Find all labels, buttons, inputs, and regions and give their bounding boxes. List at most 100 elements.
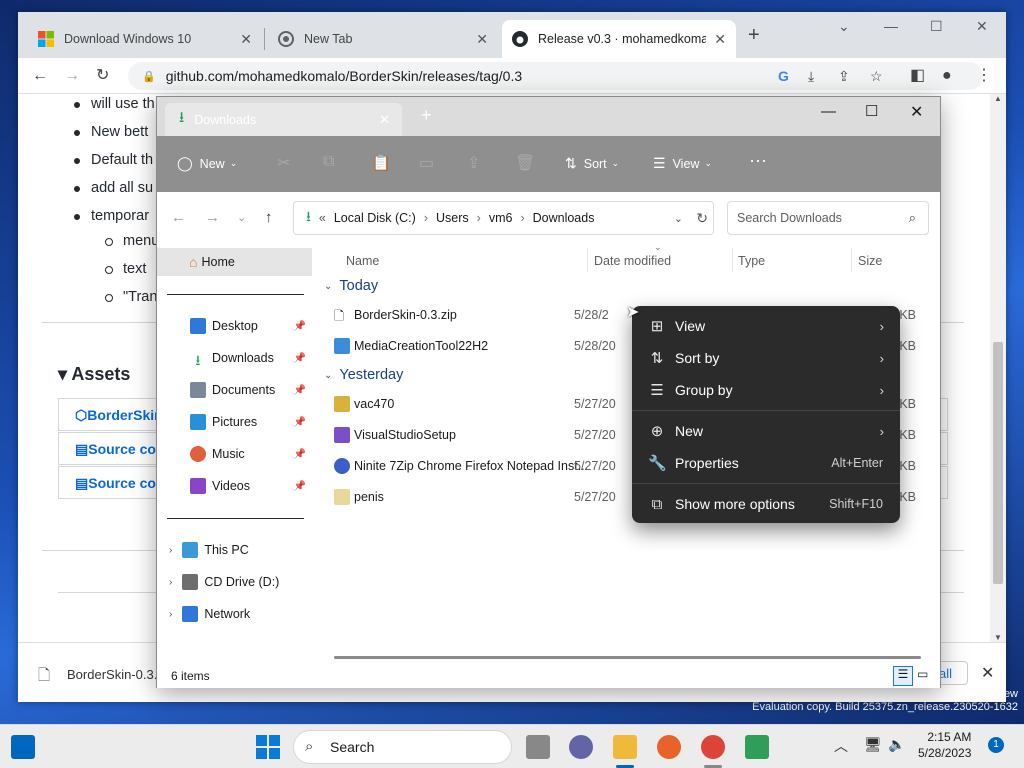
- start-button[interactable]: [256, 735, 280, 759]
- column-header-type[interactable]: Type: [738, 254, 765, 268]
- column-header-size[interactable]: Size: [858, 254, 882, 268]
- collapse-chevron-icon[interactable]: ⌄: [324, 281, 332, 292]
- chat-icon[interactable]: [569, 735, 593, 759]
- side-panel-icon[interactable]: ◧: [910, 67, 925, 85]
- close-window-button[interactable]: ✕: [976, 18, 988, 35]
- close-tab-icon[interactable]: ✕: [240, 31, 252, 48]
- widgets-icon[interactable]: [11, 735, 35, 759]
- menu-kebab-icon[interactable]: ⋮: [976, 67, 992, 85]
- up-arrow-icon[interactable]: ↑: [265, 209, 273, 226]
- task-view-icon[interactable]: [526, 735, 550, 759]
- search-downloads-input[interactable]: Search Downloads ⌕: [727, 201, 929, 235]
- nav-music[interactable]: Music 📌: [157, 440, 314, 468]
- breadcrumb-downloads[interactable]: Downloads: [533, 211, 595, 225]
- chrome-taskbar-icon[interactable]: [701, 735, 725, 759]
- asset-link[interactable]: Source co: [88, 441, 156, 457]
- forward-arrow-icon[interactable]: →: [64, 67, 80, 85]
- sort-button[interactable]: ⇅ Sort ⌄: [565, 155, 619, 172]
- maximize-button[interactable]: ☐: [865, 102, 878, 120]
- refresh-icon[interactable]: ↻: [696, 210, 708, 227]
- pin-icon[interactable]: 📌: [294, 481, 306, 492]
- close-window-button[interactable]: ✕: [910, 102, 923, 122]
- nav-documents[interactable]: Documents 📌: [157, 376, 314, 404]
- paste-icon[interactable]: 📋: [371, 153, 391, 173]
- installer-taskbar-icon[interactable]: [745, 735, 769, 759]
- page-scrollbar[interactable]: ▲ ▼: [990, 94, 1006, 642]
- firefox-icon[interactable]: [657, 735, 681, 759]
- close-download-bar-icon[interactable]: ✕: [981, 663, 994, 683]
- nav-cd-drive[interactable]: › CD Drive (D:): [157, 568, 314, 596]
- breadcrumb-local-disk[interactable]: Local Disk (C:): [334, 211, 416, 225]
- reload-icon[interactable]: ↻: [96, 67, 109, 85]
- column-header-date[interactable]: Date modified: [594, 254, 671, 268]
- taskbar-clock[interactable]: 2:15 AM 5/28/2023: [918, 729, 971, 761]
- assets-heading[interactable]: ▾ Assets: [58, 364, 130, 385]
- tab-search-icon[interactable]: ⌄: [838, 18, 850, 35]
- explorer-address-bar[interactable]: ⭳ « Local Disk (C:) › Users › vm6 › Down…: [293, 201, 714, 235]
- more-options-icon[interactable]: ···: [749, 150, 767, 171]
- download-filename[interactable]: BorderSkin-0.3.z: [67, 667, 164, 682]
- minimize-button[interactable]: —: [821, 103, 836, 120]
- new-button[interactable]: ◯ New ⌄: [177, 155, 237, 172]
- breadcrumb-users[interactable]: Users: [436, 211, 469, 225]
- nav-downloads[interactable]: ⭳ Downloads 📌: [157, 344, 314, 372]
- nav-desktop[interactable]: Desktop 📌: [157, 312, 314, 340]
- pin-icon[interactable]: 📌: [294, 449, 306, 460]
- expand-chevron-icon[interactable]: ›: [169, 545, 172, 556]
- back-arrow-icon[interactable]: ←: [171, 209, 186, 226]
- overflow-chevron-icon[interactable]: «: [319, 211, 326, 225]
- pin-icon[interactable]: 📌: [294, 353, 306, 364]
- address-bar[interactable]: 🔒 github.com/mohamedkomalo/BorderSkin/re…: [128, 62, 983, 90]
- file-explorer-taskbar-icon[interactable]: [613, 735, 637, 759]
- asset-link[interactable]: Source co: [88, 475, 156, 491]
- menu-item-sort-by[interactable]: ⇅ Sort by ›: [632, 342, 900, 374]
- nav-home[interactable]: ⌂ Home: [157, 248, 312, 276]
- menu-item-view[interactable]: ⊞ View ›: [632, 310, 900, 342]
- address-dropdown-icon[interactable]: ⌄: [674, 212, 683, 225]
- minimize-button[interactable]: —: [884, 18, 898, 34]
- nav-videos[interactable]: Videos 📌: [157, 472, 314, 500]
- tab-new-tab[interactable]: New Tab ✕: [268, 20, 498, 58]
- profile-avatar-icon[interactable]: ●: [942, 67, 952, 85]
- column-header-name[interactable]: Name: [346, 254, 379, 268]
- tab-release[interactable]: Release v0.3 · mohamedkomalo ✕: [502, 20, 736, 58]
- show-hidden-icons-chevron[interactable]: ︿: [834, 736, 848, 756]
- menu-item-group-by[interactable]: ☰ Group by ›: [632, 374, 900, 406]
- nav-pictures[interactable]: Pictures 📌: [157, 408, 314, 436]
- nav-this-pc[interactable]: › This PC: [157, 536, 314, 564]
- volume-icon[interactable]: 🔈: [888, 736, 905, 753]
- google-translate-icon[interactable]: G: [778, 68, 789, 84]
- notification-badge[interactable]: 1: [988, 737, 1004, 753]
- cut-icon[interactable]: ✂: [277, 153, 290, 173]
- tiles-view-icon[interactable]: ▭: [917, 667, 928, 681]
- group-header-yesterday[interactable]: ⌄ Yesterday: [324, 367, 403, 383]
- menu-item-show-more-options[interactable]: ⧉ Show more options Shift+F10: [632, 488, 900, 520]
- explorer-tab-downloads[interactable]: ⭳ Downloads ✕: [165, 103, 402, 136]
- expand-chevron-icon[interactable]: ›: [169, 577, 172, 588]
- share-icon[interactable]: ⇪: [467, 153, 480, 173]
- bookmark-star-icon[interactable]: ☆: [870, 68, 883, 85]
- pin-icon[interactable]: 📌: [294, 385, 306, 396]
- details-view-icon[interactable]: ☰: [893, 666, 913, 686]
- share-icon[interactable]: ⇪: [838, 68, 850, 85]
- rename-icon[interactable]: ▭: [419, 153, 434, 173]
- horizontal-scrollbar[interactable]: [334, 656, 921, 659]
- network-tray-icon[interactable]: 🖥: [864, 736, 882, 753]
- back-arrow-icon[interactable]: ←: [32, 67, 48, 85]
- menu-item-properties[interactable]: 🔧 Properties Alt+Enter: [632, 447, 900, 479]
- forward-arrow-icon[interactable]: →: [205, 209, 220, 226]
- close-tab-icon[interactable]: ✕: [379, 112, 390, 128]
- group-header-today[interactable]: ⌄ Today: [324, 278, 378, 294]
- breadcrumb-vm6[interactable]: vm6: [489, 211, 513, 225]
- pin-icon[interactable]: 📌: [294, 321, 306, 332]
- new-tab-icon[interactable]: +: [421, 105, 432, 126]
- collapse-chevron-icon[interactable]: ⌄: [324, 370, 332, 381]
- menu-item-new[interactable]: ⊕ New ›: [632, 415, 900, 447]
- expand-chevron-icon[interactable]: ›: [169, 609, 172, 620]
- copy-icon[interactable]: ⧉: [323, 153, 334, 171]
- tab-download-windows[interactable]: Download Windows 10 ✕: [28, 20, 262, 58]
- taskbar-search[interactable]: ⌕ Search: [293, 730, 512, 764]
- asset-link[interactable]: BorderSkin: [87, 407, 162, 423]
- scrollbar-thumb[interactable]: [993, 342, 1003, 584]
- delete-icon[interactable]: 🗑: [515, 153, 535, 173]
